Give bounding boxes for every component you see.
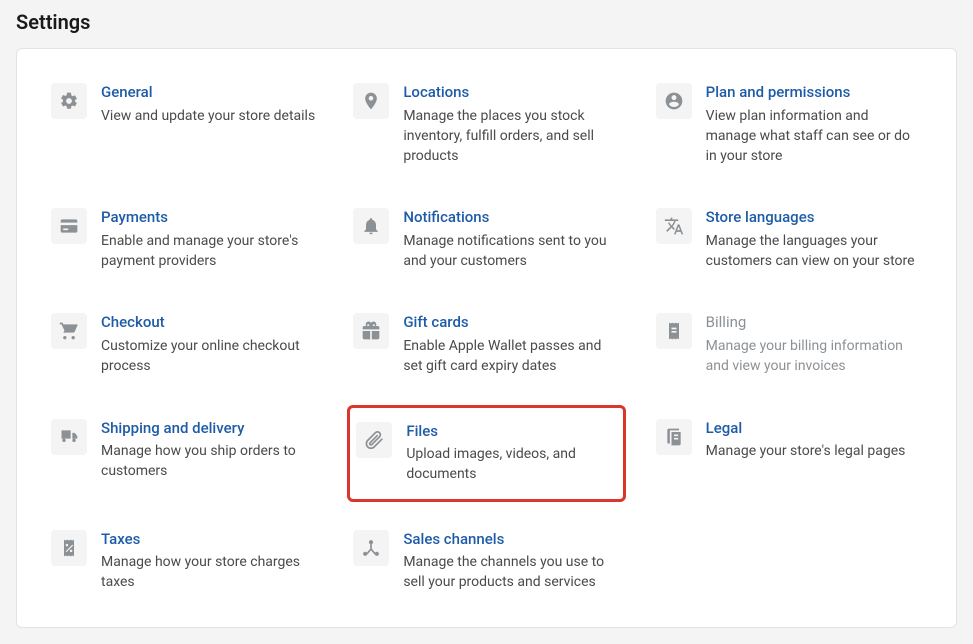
settings-item-locations[interactable]: Locations Manage the places you stock in… xyxy=(347,77,625,172)
page-title: Settings xyxy=(16,10,957,34)
item-title[interactable]: Store languages xyxy=(706,208,922,228)
item-desc: Manage your billing information and view… xyxy=(706,336,922,377)
item-desc: Manage how you ship orders to customers xyxy=(101,441,317,482)
item-title[interactable]: Legal xyxy=(706,419,922,439)
channels-icon xyxy=(353,530,389,566)
percent-receipt-icon xyxy=(51,530,87,566)
settings-card: General View and update your store detai… xyxy=(16,48,957,628)
gift-icon xyxy=(353,313,389,349)
settings-item-billing[interactable]: Billing Manage your billing information … xyxy=(650,307,928,382)
cart-icon xyxy=(51,313,87,349)
item-desc: Manage the channels you use to sell your… xyxy=(403,552,619,593)
item-desc: Upload images, videos, and documents xyxy=(406,444,616,485)
item-desc: Manage the languages your customers can … xyxy=(706,231,922,272)
bell-icon xyxy=(353,208,389,244)
translate-icon xyxy=(656,208,692,244)
item-desc: Manage how your store charges taxes xyxy=(101,552,317,593)
item-title[interactable]: Taxes xyxy=(101,530,317,550)
gear-icon xyxy=(51,83,87,119)
item-title[interactable]: Payments xyxy=(101,208,317,228)
item-desc: View plan information and manage what st… xyxy=(706,106,922,167)
settings-item-files[interactable]: Files Upload images, videos, and documen… xyxy=(347,405,625,502)
truck-icon xyxy=(51,419,87,455)
paperclip-icon xyxy=(356,422,392,458)
scroll-icon xyxy=(656,419,692,455)
settings-item-shipping[interactable]: Shipping and delivery Manage how you shi… xyxy=(45,413,323,494)
settings-item-sales-channels[interactable]: Sales channels Manage the channels you u… xyxy=(347,524,625,599)
item-title[interactable]: Notifications xyxy=(403,208,619,228)
item-title[interactable]: General xyxy=(101,83,317,103)
item-title[interactable]: Plan and permissions xyxy=(706,83,922,103)
item-desc: View and update your store details xyxy=(101,106,317,126)
settings-item-payments[interactable]: Payments Enable and manage your store's … xyxy=(45,202,323,277)
receipt-icon xyxy=(656,313,692,349)
item-title[interactable]: Sales channels xyxy=(403,530,619,550)
item-title[interactable]: Billing xyxy=(706,313,922,333)
item-title[interactable]: Files xyxy=(406,422,616,442)
item-title[interactable]: Shipping and delivery xyxy=(101,419,317,439)
settings-item-languages[interactable]: Store languages Manage the languages you… xyxy=(650,202,928,277)
item-desc: Customize your online checkout process xyxy=(101,336,317,377)
settings-item-legal[interactable]: Legal Manage your store's legal pages xyxy=(650,413,928,494)
item-desc: Manage the places you stock inventory, f… xyxy=(403,106,619,167)
item-desc: Manage your store's legal pages xyxy=(706,441,922,461)
user-circle-icon xyxy=(656,83,692,119)
item-desc: Enable Apple Wallet passes and set gift … xyxy=(403,336,619,377)
item-title[interactable]: Gift cards xyxy=(403,313,619,333)
settings-item-gift-cards[interactable]: Gift cards Enable Apple Wallet passes an… xyxy=(347,307,625,382)
settings-item-plan[interactable]: Plan and permissions View plan informati… xyxy=(650,77,928,172)
location-pin-icon xyxy=(353,83,389,119)
settings-grid: General View and update your store detai… xyxy=(45,77,928,599)
item-desc: Manage notifications sent to you and you… xyxy=(403,231,619,272)
credit-card-icon xyxy=(51,208,87,244)
settings-item-checkout[interactable]: Checkout Customize your online checkout … xyxy=(45,307,323,382)
item-title[interactable]: Checkout xyxy=(101,313,317,333)
settings-item-taxes[interactable]: Taxes Manage how your store charges taxe… xyxy=(45,524,323,599)
item-title[interactable]: Locations xyxy=(403,83,619,103)
settings-item-general[interactable]: General View and update your store detai… xyxy=(45,77,323,172)
settings-item-notifications[interactable]: Notifications Manage notifications sent … xyxy=(347,202,625,277)
item-desc: Enable and manage your store's payment p… xyxy=(101,231,317,272)
